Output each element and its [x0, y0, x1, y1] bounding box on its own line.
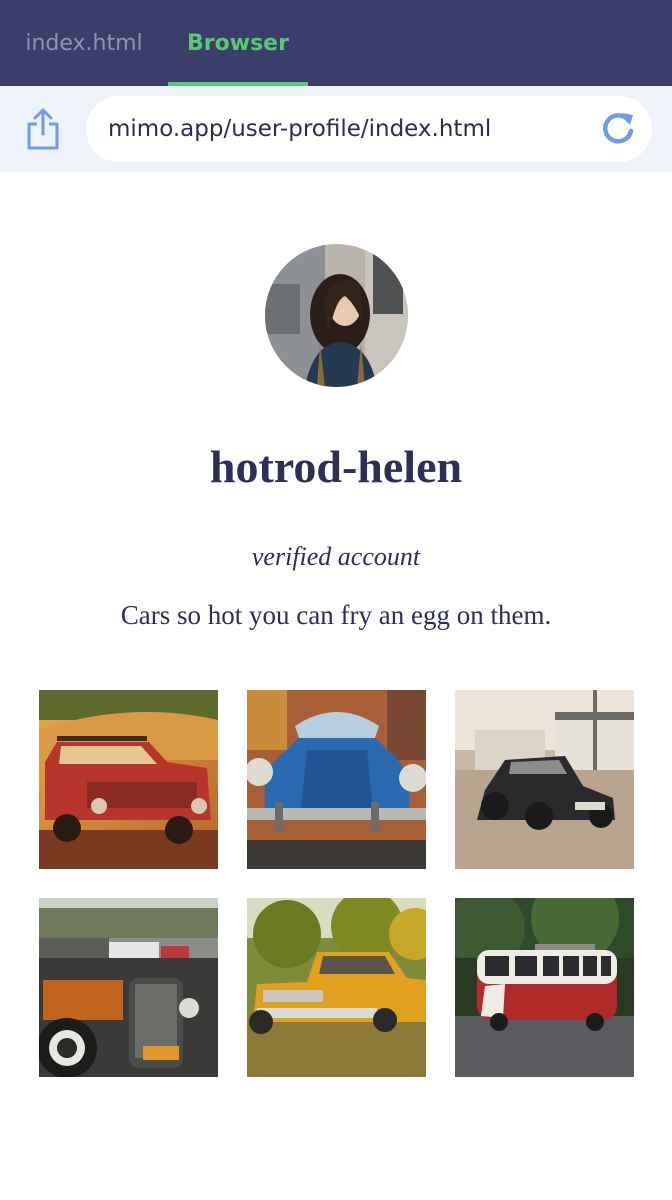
profile-username: hotrod-helen	[209, 441, 463, 492]
share-icon	[27, 108, 59, 150]
editor-tab-bar: index.html Browser	[0, 0, 672, 86]
verified-label: verified account	[251, 542, 421, 571]
gallery-photo-yellow-pickup[interactable]	[247, 898, 426, 1077]
share-button[interactable]	[24, 106, 62, 152]
browser-address-bar: mimo.app/user-profile/index.html	[0, 86, 672, 172]
reload-icon	[603, 113, 634, 144]
gallery-photo-red-car[interactable]	[39, 690, 218, 869]
tab-browser[interactable]: Browser	[168, 0, 308, 86]
gallery-photo-black-hotrod[interactable]	[455, 690, 634, 869]
gallery-photo-hotrod-engine[interactable]	[39, 898, 218, 1077]
tab-index-html[interactable]: index.html	[0, 0, 168, 86]
reload-button[interactable]	[598, 109, 638, 149]
url-text: mimo.app/user-profile/index.html	[108, 116, 492, 142]
gallery-photo-blue-beetle[interactable]	[247, 690, 426, 869]
profile-avatar	[265, 244, 408, 387]
profile-bio: Cars so hot you can fry an egg on them.	[120, 600, 552, 630]
gallery-photo-vw-bus[interactable]	[455, 898, 634, 1077]
url-field[interactable]: mimo.app/user-profile/index.html	[86, 96, 652, 162]
